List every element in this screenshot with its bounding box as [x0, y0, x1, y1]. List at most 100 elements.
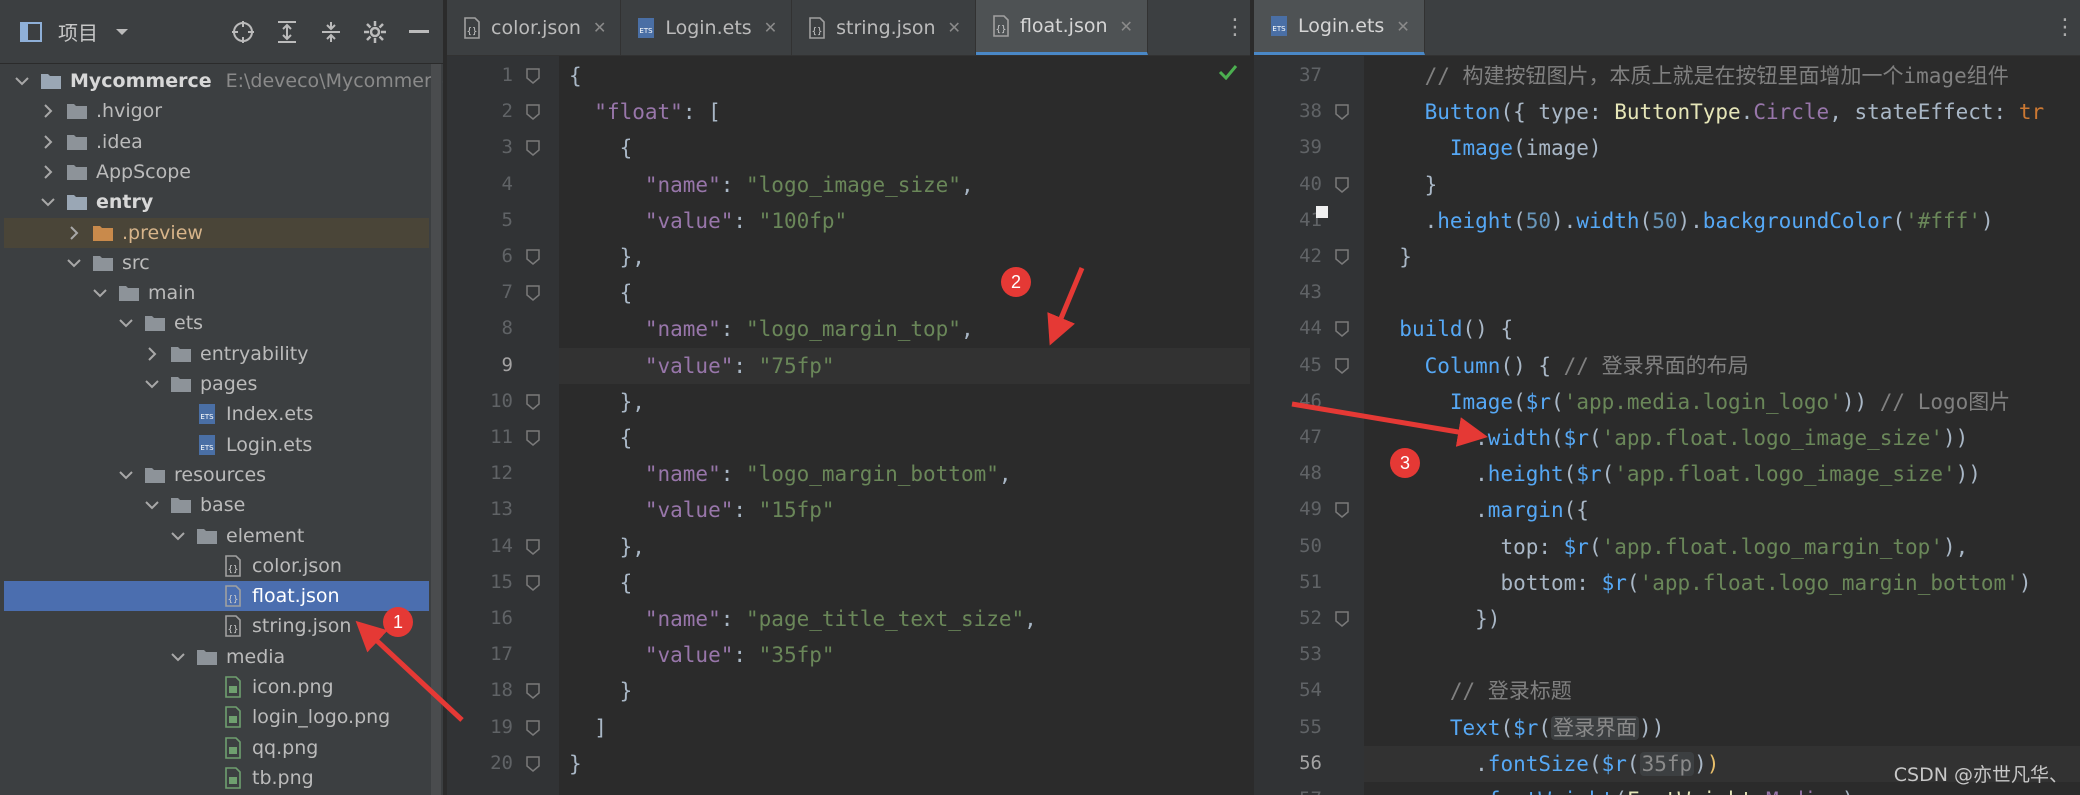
project-scrollbar[interactable] — [431, 64, 441, 795]
tree-item[interactable]: login_logo.png — [4, 702, 429, 732]
chevron-down-icon[interactable] — [118, 467, 134, 483]
tree-item[interactable]: AppScope — [4, 157, 429, 187]
tree-item[interactable]: .preview — [4, 217, 429, 248]
chevron-down-icon[interactable] — [40, 194, 56, 210]
chevron-right-icon[interactable] — [40, 134, 56, 150]
tabs-more-icon[interactable]: ⋮ — [1220, 0, 1250, 55]
tree-item[interactable]: qq.png — [4, 733, 429, 763]
chevron-down-icon[interactable] — [112, 22, 132, 42]
tree-item[interactable]: media — [4, 642, 429, 672]
fold-marker-icon[interactable] — [1334, 103, 1350, 121]
code-token: (image) — [1513, 136, 1602, 161]
fold-marker-icon[interactable] — [1334, 320, 1350, 338]
chevron-down-icon[interactable] — [66, 255, 82, 271]
minimize-icon[interactable] — [405, 18, 433, 46]
close-icon[interactable]: ✕ — [1396, 17, 1409, 36]
fold-marker-icon[interactable] — [525, 248, 541, 266]
close-icon[interactable]: ✕ — [764, 18, 777, 37]
code-token: ( — [1614, 788, 1627, 795]
fold-marker-icon[interactable] — [525, 393, 541, 411]
right-code-editor[interactable]: 37 38 39 40 41 42 43 44 45 46 47 48 49 50 51 52 53 54 55 56… — [1254, 56, 2080, 795]
fold-marker-icon[interactable] — [525, 429, 541, 447]
line-number: 15 — [490, 570, 513, 593]
line-number: 5 — [501, 208, 513, 231]
collapse-all-icon[interactable] — [317, 18, 345, 46]
inspection-ok-icon[interactable] — [1216, 60, 1240, 84]
fold-marker-icon[interactable] — [525, 719, 541, 737]
chevron-right-icon[interactable] — [144, 346, 160, 362]
editor-tab[interactable]: ETS Login.ets ✕ — [1254, 0, 1425, 55]
tree-item[interactable]: {} string.json — [4, 611, 429, 641]
fold-marker-icon[interactable] — [525, 755, 541, 773]
line-number: 14 — [490, 534, 513, 557]
chevron-down-icon[interactable] — [144, 376, 160, 392]
tree-item[interactable]: .hvigor — [4, 96, 429, 126]
fold-marker-icon[interactable] — [525, 574, 541, 592]
json-file-icon: {} — [806, 16, 828, 39]
line-number-gutter: 37 38 39 40 41 42 43 44 45 46 47 48 49 50 51 52 53 54 55 56… — [1254, 56, 1364, 795]
editor-tab[interactable]: {} string.json ✕ — [792, 0, 976, 55]
tabs-more-icon[interactable]: ⋮ — [2050, 0, 2080, 55]
tree-item[interactable]: src — [4, 248, 429, 278]
tree-item[interactable]: .idea — [4, 127, 429, 157]
tree-item[interactable]: base — [4, 490, 429, 520]
editor-tab-label: Login.ets — [1298, 15, 1385, 37]
tree-item[interactable]: tb.png — [4, 763, 429, 793]
fold-marker-icon[interactable] — [525, 103, 541, 121]
editor-tab[interactable]: {} float.json ✕ — [975, 0, 1148, 55]
fold-marker-icon[interactable] — [1334, 357, 1350, 375]
tree-item[interactable]: entry — [4, 187, 429, 217]
fold-marker-icon[interactable] — [525, 67, 541, 85]
code-token: $r — [1576, 462, 1602, 487]
gear-icon[interactable] — [361, 18, 389, 46]
chevron-right-icon[interactable] — [66, 225, 82, 241]
tree-item[interactable]: ETS Login.ets — [4, 430, 429, 460]
chevron-down-icon[interactable] — [14, 73, 30, 89]
tree-item-label: ets — [174, 312, 204, 335]
tree-item[interactable]: {} color.json — [4, 551, 429, 581]
tree-item[interactable]: main — [4, 278, 429, 308]
chevron-down-icon[interactable] — [170, 649, 186, 665]
editor-tab[interactable]: {} color.json ✕ — [447, 0, 622, 55]
tree-item[interactable]: entryability — [4, 339, 429, 369]
close-icon[interactable]: ✕ — [593, 18, 606, 37]
locate-icon[interactable] — [229, 18, 257, 46]
fold-marker-icon[interactable] — [525, 538, 541, 556]
project-panel-title[interactable]: 项目 — [58, 17, 98, 46]
tree-item[interactable]: ETS Index.ets — [4, 399, 429, 429]
chevron-right-icon[interactable] — [40, 164, 56, 180]
tree-item[interactable]: resources — [4, 460, 429, 490]
fold-marker-icon[interactable] — [525, 139, 541, 157]
chevron-down-icon[interactable] — [118, 315, 134, 331]
chevron-down-icon[interactable] — [144, 497, 160, 513]
fold-marker-icon[interactable] — [1334, 610, 1350, 628]
tree-item[interactable]: ets — [4, 308, 429, 338]
tree-item[interactable]: pages — [4, 369, 429, 399]
fold-marker-icon[interactable] — [1334, 248, 1350, 266]
chevron-right-icon[interactable] — [40, 103, 56, 119]
tree-item[interactable]: element — [4, 521, 429, 551]
tree-item[interactable]: Mycommerce E:\deveco\Mycommerce — [4, 66, 443, 96]
line-number: 20 — [490, 751, 513, 774]
line-number: 13 — [490, 498, 513, 521]
chevron-down-icon[interactable] — [170, 528, 186, 544]
chevron-down-icon[interactable] — [92, 285, 108, 301]
close-icon[interactable]: ✕ — [1120, 17, 1133, 36]
tree-item[interactable]: icon.png — [4, 672, 429, 702]
close-icon[interactable]: ✕ — [948, 18, 961, 37]
fold-marker-icon[interactable] — [525, 284, 541, 302]
editor-tab[interactable]: ETS Login.ets ✕ — [621, 0, 793, 55]
fold-marker-icon[interactable] — [525, 682, 541, 700]
fold-marker-icon[interactable] — [1334, 176, 1350, 194]
expand-all-icon[interactable] — [273, 18, 301, 46]
code-line: "value": "35fp" — [569, 637, 835, 673]
left-code-editor[interactable]: 1 2 3 4 5 6 7 8 9 10 11 12 13 14 15 16 17 18 19 20 { "float… — [447, 56, 1250, 795]
code-token: ( — [1538, 715, 1552, 740]
project-view-icon[interactable] — [18, 19, 44, 45]
fold-marker-icon[interactable] — [1334, 501, 1350, 519]
line-number: 3 — [501, 136, 513, 159]
tree-item[interactable]: {} float.json — [4, 581, 429, 612]
